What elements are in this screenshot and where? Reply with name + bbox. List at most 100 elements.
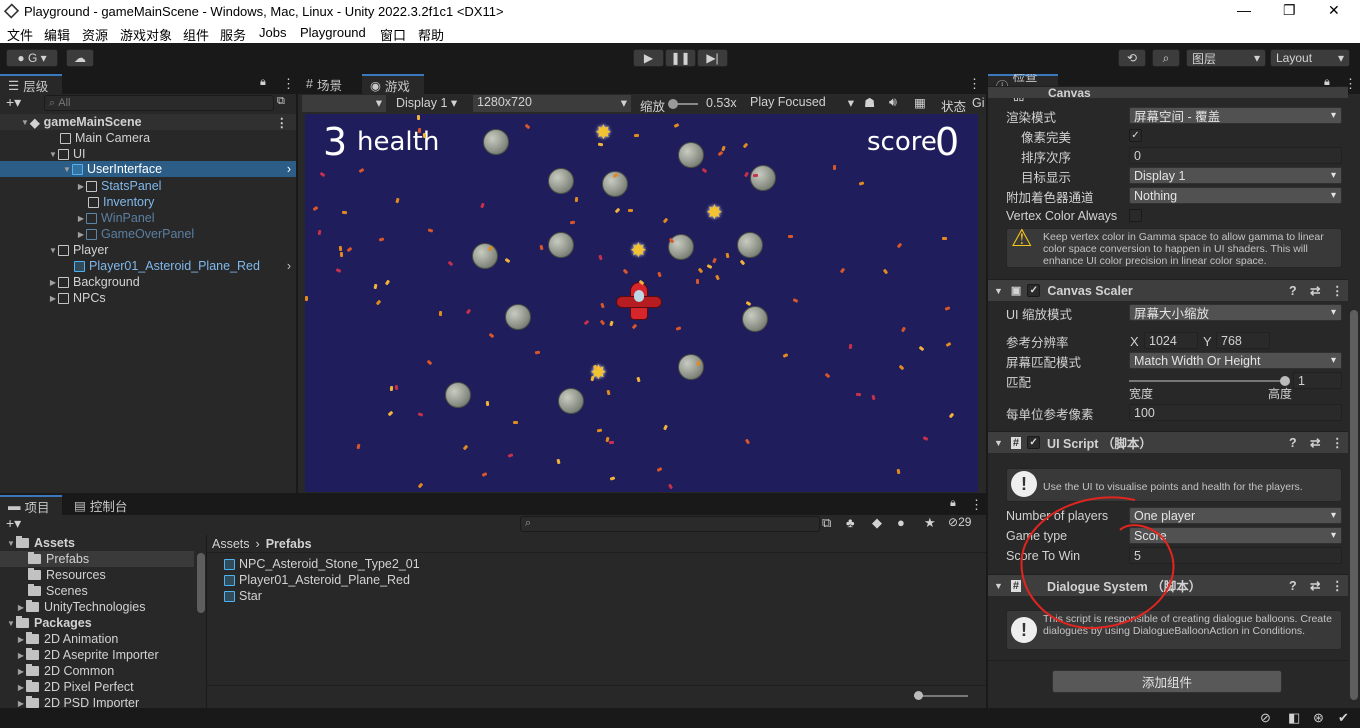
search-button[interactable]: ⌕ [1152, 49, 1180, 67]
play-button[interactable]: ▶ [633, 49, 664, 67]
menu-file[interactable]: 文件 [7, 25, 33, 44]
tree-item-package[interactable]: ▶ 2D PSD Importer [16, 695, 139, 708]
hierarchy-item-npcs[interactable]: ▶ NPCs [48, 290, 106, 306]
tree-item-prefabs[interactable]: Prefabs [0, 551, 194, 567]
tab-scene[interactable]: # 场景 [298, 74, 360, 94]
hierarchy-item-player01[interactable]: Player01_Asteroid_Plane_Red › [74, 258, 296, 274]
canvas-scaler-enabled-checkbox[interactable]: ✓ [1027, 284, 1041, 297]
more-icon[interactable]: ⋮ [276, 115, 289, 130]
foldout-arrow[interactable]: ▼ [994, 581, 1003, 591]
tree-item-resources[interactable]: Resources [28, 567, 106, 583]
lock-icon[interactable]: 🔒︎ [260, 76, 266, 89]
tree-item-package[interactable]: ▶ 2D Aseprite Importer [16, 647, 159, 663]
more-icon[interactable]: ⋮ [1331, 435, 1344, 450]
warning-filter-icon[interactable]: ● [897, 515, 905, 530]
ui-script-enabled-checkbox[interactable]: ✓ [1027, 436, 1041, 449]
step-button[interactable]: ▶| [697, 49, 728, 67]
hidden-count[interactable]: ⊘29 [948, 515, 971, 529]
vertex-color-checkbox[interactable] [1129, 209, 1142, 222]
check-icon[interactable]: ✔ [1338, 710, 1349, 726]
hierarchy-search-input[interactable]: ⌕ All [44, 95, 274, 111]
render-mode-dropdown[interactable]: 屏幕空间 - 覆盖 [1129, 107, 1342, 124]
file-item[interactable]: NPC_Asteroid_Stone_Type2_01 [224, 556, 420, 572]
help-icon[interactable]: ? [1289, 579, 1297, 593]
pixel-perfect-checkbox[interactable]: ✓ [1129, 129, 1142, 142]
hierarchy-item-player[interactable]: ▼ Player [48, 242, 108, 258]
menu-component[interactable]: 组件 [183, 25, 209, 44]
favorite-icon[interactable]: ★ [924, 515, 936, 531]
icon-size-slider[interactable] [914, 691, 968, 700]
chevron-right-icon[interactable]: › [287, 259, 291, 273]
account-dropdown[interactable]: ● G ▾ [6, 49, 58, 67]
project-search-input[interactable]: ⌕ [520, 516, 820, 532]
history-button[interactable]: ⟲ [1118, 49, 1146, 67]
menu-help[interactable]: 帮助 [418, 25, 444, 44]
tree-item-unitytechnologies[interactable]: ▶ UnityTechnologies [16, 599, 145, 615]
menu-window[interactable]: 窗口 [380, 25, 406, 44]
preset-icon[interactable]: ⇄ [1310, 578, 1320, 593]
preset-icon[interactable]: ⇄ [1310, 283, 1320, 298]
filter-label-icon[interactable]: ♣ [846, 515, 855, 530]
bug-icon[interactable]: ☗ [864, 95, 875, 110]
match-slider[interactable] [1129, 376, 1290, 386]
icon-size-slider-thumb[interactable] [914, 691, 923, 700]
help-icon[interactable]: ? [1289, 284, 1297, 298]
hierarchy-item-userinterface[interactable]: ▼ UserInterface › [0, 161, 296, 177]
cloud-button[interactable]: ☁ [66, 49, 94, 67]
close-button[interactable]: ✕ [1328, 2, 1340, 19]
inspector-scrollbar[interactable] [1350, 310, 1358, 700]
filter-type-icon[interactable]: ⧉ [822, 515, 831, 531]
play-mode-dropdown[interactable]: Play Focused ▾ [746, 95, 856, 112]
game-view[interactable]: 3 health score 0 ✸ ✸ ✸ ✸ [305, 114, 978, 492]
more-icon[interactable]: ⋮ [1331, 578, 1344, 593]
create-button[interactable]: +▾ [6, 94, 21, 111]
foldout-arrow[interactable]: ▼ [994, 438, 1003, 448]
canvas-scaler-header[interactable]: ▼ ▣ ✓ Canvas Scaler ? ⇄ ⋮ [988, 279, 1348, 301]
breadcrumb-prefabs[interactable]: Prefabs [266, 537, 312, 551]
more-icon[interactable]: ⋮ [282, 76, 295, 92]
menu-services[interactable]: 服务 [220, 25, 246, 44]
hierarchy-item-gameoverpanel[interactable]: ▶ GameOverPanel [76, 226, 194, 242]
maximize-button[interactable]: ❐ [1283, 2, 1296, 19]
display-dropdown[interactable]: Display 1 ▾ [390, 95, 470, 112]
create-asset-button[interactable]: +▾ [6, 515, 21, 532]
layout-dropdown[interactable]: Layout ▾ [1270, 49, 1350, 67]
hierarchy-item-background[interactable]: ▶ Background [48, 274, 140, 290]
menu-assets[interactable]: 资源 [82, 25, 108, 44]
tag-icon[interactable]: ◆ [872, 515, 882, 531]
file-item[interactable]: Star [224, 588, 262, 604]
hierarchy-item-ui[interactable]: ▼ UI [48, 146, 85, 162]
chevron-right-icon[interactable]: › [287, 162, 291, 176]
ref-y-field[interactable]: 768 [1216, 332, 1270, 349]
grid-icon[interactable]: ▦ [914, 95, 926, 110]
more-icon[interactable]: ⋮ [970, 497, 983, 513]
hierarchy-item-main-camera[interactable]: Main Camera [60, 130, 150, 146]
network-icon[interactable]: ⊛ [1313, 710, 1324, 726]
splitter[interactable] [206, 535, 207, 708]
pause-button[interactable]: ❚❚ [665, 49, 696, 67]
cache-icon[interactable]: ◧ [1288, 710, 1300, 726]
stats-button[interactable]: 状态 [941, 96, 966, 115]
audio-icon[interactable]: 🔊︎ [889, 95, 897, 110]
add-component-button[interactable]: 添加组件 [1052, 670, 1282, 693]
hierarchy-item-statspanel[interactable]: ▶ StatsPanel [76, 178, 162, 194]
menu-jobs[interactable]: Jobs [259, 25, 286, 40]
minimize-button[interactable]: — [1237, 2, 1251, 18]
tab-project[interactable]: ▬ 项目 [0, 495, 62, 515]
breadcrumb-assets[interactable]: Assets [212, 537, 250, 551]
scale-slider[interactable] [668, 99, 698, 109]
help-icon[interactable]: ? [1289, 436, 1297, 450]
tree-item-packages[interactable]: ▼ Packages [6, 615, 92, 631]
tab-game[interactable]: ◉ 游戏 [362, 74, 424, 94]
warning-status-icon[interactable]: ⊘ [1260, 710, 1271, 726]
scene-visibility-icon[interactable]: ⧉ [277, 95, 285, 108]
tree-item-package[interactable]: ▶ 2D Pixel Perfect [16, 679, 134, 695]
shader-channels-dropdown[interactable]: Nothing [1129, 187, 1342, 204]
layers-dropdown[interactable]: 图层 ▾ [1186, 49, 1266, 67]
tree-item-package[interactable]: ▶ 2D Common [16, 663, 114, 679]
foldout-arrow[interactable]: ▼ [994, 286, 1003, 296]
lock-icon[interactable]: 🔒︎ [950, 497, 956, 510]
sort-order-field[interactable]: 0 [1129, 147, 1342, 164]
match-mode-dropdown[interactable]: Match Width Or Height [1129, 352, 1342, 369]
preset-icon[interactable]: ⇄ [1310, 435, 1320, 450]
